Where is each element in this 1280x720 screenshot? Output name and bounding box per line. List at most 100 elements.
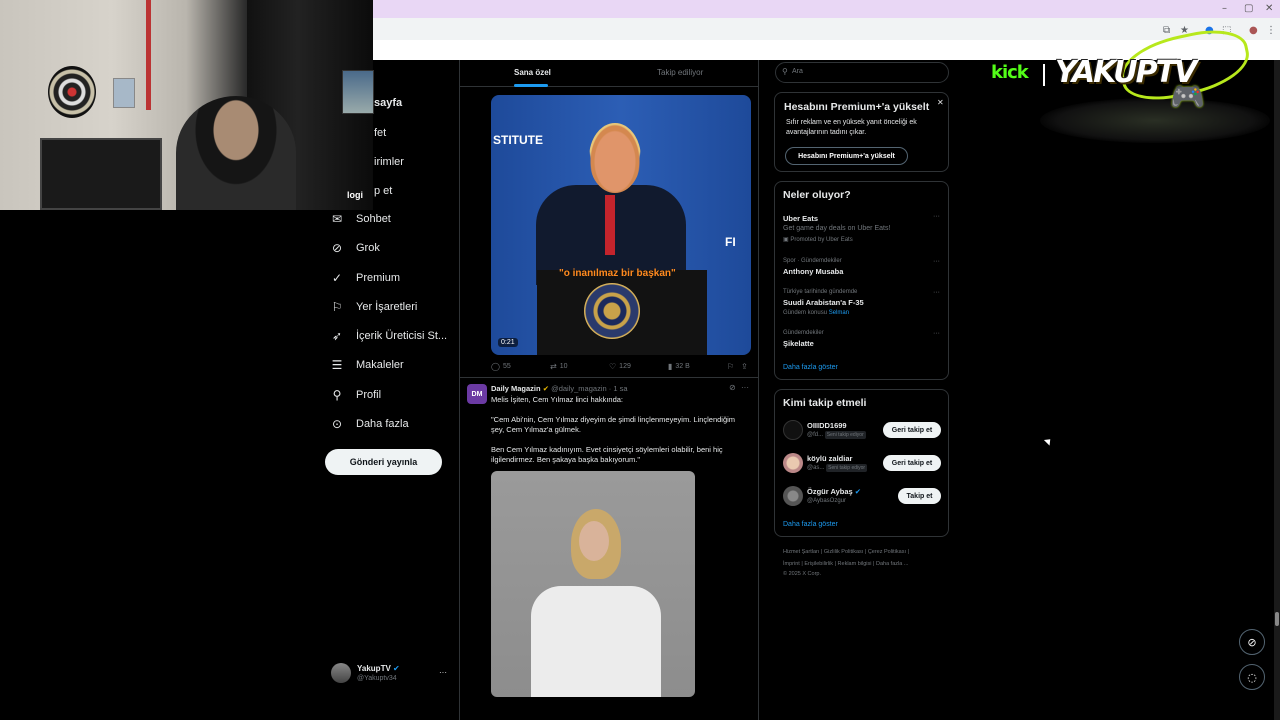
trend-more-icon[interactable]: ··· [933,289,940,296]
avatar[interactable]: DM [467,384,487,404]
footer-link[interactable]: Gizlilik Politikası [824,549,863,555]
scrollbar-thumb[interactable] [1275,612,1279,626]
tweet-more-icon[interactable]: ··· [741,383,749,392]
footer-link[interactable]: Erişilebilirlik [804,561,833,567]
views-button[interactable]: ▮ 32 B [668,362,690,371]
more-circle-icon: ⊙ [331,417,343,431]
minimize-button[interactable]: – [1222,3,1227,14]
video-player[interactable]: STITUTE FI "o inanılmaz bir başkan" 0:21 [491,95,751,355]
nav-explore-partial[interactable]: fet [374,127,386,139]
wall-poster [113,78,135,108]
nav-item-articles[interactable]: ☰ Makaleler [330,353,404,377]
search-icon: ⚲ [782,67,788,76]
trend-name[interactable]: Şikelatte [783,339,814,348]
repost-button[interactable]: ⇄ 10 [550,362,568,371]
browser-address-bar[interactable] [373,18,1280,40]
tweet-text: ilgilendirmez. Ben şakaya başka bakıyoru… [491,455,640,464]
follow-button[interactable]: Takip et [898,488,941,504]
nav-item-more[interactable]: ⊙ Daha fazla [330,412,409,436]
avatar[interactable] [783,420,803,440]
share-icon[interactable]: ⧉ [1163,25,1170,36]
verified-icon: ✔ [393,664,400,673]
menu-icon[interactable]: ⋮ [1266,25,1276,36]
footer-link[interactable]: Daha fazla ... [876,561,908,567]
timeline-tabs [459,60,759,87]
footer-link[interactable]: Hizmet Şartları [783,549,819,555]
search-placeholder: Ara [792,68,803,75]
suggested-user-name-text: Özgür Aybaş [807,487,853,496]
premium-icon: ✓ [331,271,343,285]
footer-link[interactable]: İmprint [783,561,800,567]
nav-notifications-partial[interactable]: irimler [374,156,404,168]
tweet-text: Ben Cem Yılmaz kadınıyım. Evet cinsiyetç… [491,445,723,454]
account-name[interactable]: YakupTV ✔ [357,664,400,673]
trends-card: Neler oluyor? Uber Eats ··· Get game day… [774,181,949,380]
profile-icon[interactable]: ● [1249,25,1258,36]
trend-meta: ▣ Promoted by Uber Eats [783,237,853,243]
gamepad-icon: 🎮 [1170,80,1205,113]
follow-back-button[interactable]: Geri takip et [883,455,941,471]
account-menu-icon[interactable]: ··· [439,668,447,677]
tab-following[interactable]: Takip ediliyor [657,68,703,77]
trend-name[interactable]: Uber Eats [783,214,818,223]
tweet-author[interactable]: Daily Magazin [491,384,541,393]
trend-more-icon[interactable]: ··· [933,258,940,265]
trend-more-icon[interactable]: ··· [933,330,940,337]
video-caption: "o inanılmaz bir başkan" [559,268,676,279]
avatar[interactable] [783,453,803,473]
trend-meta: Gündem konusu Selman [783,310,849,316]
presidential-seal [584,283,640,339]
bookmark-button[interactable]: ⚐ [727,362,734,371]
trend-more-icon[interactable]: ··· [933,213,940,220]
trend-name[interactable]: Suudi Arabistan'a F-35 [783,298,864,307]
premium-body: avantajlarının tadını çıkar. [786,129,867,136]
avatar[interactable] [783,486,803,506]
heart-icon: ♡ [609,362,617,371]
follow-back-button[interactable]: Geri takip et [883,422,941,438]
suggested-user-meta: @fd... Seni takip ediyor [807,431,866,439]
like-button[interactable]: ♡ 129 [609,362,631,371]
search-input[interactable]: ⚲ Ara [775,62,949,83]
trend-context: Türkiye tarihinde gündemde [783,289,858,295]
share-button[interactable]: ⇪ [741,362,748,371]
nav-item-profile[interactable]: ⚲ Profil [330,383,381,407]
follows-you-badge: Seni takip ediyor [824,431,866,439]
messages-fab[interactable]: ◌ [1239,664,1265,690]
nav-item-label: Yer İşaretleri [356,301,418,313]
dartboard [48,66,96,118]
webcam-monitor [40,138,162,210]
trend-name[interactable]: Anthony Musaba [783,267,843,276]
nav-item-bookmarks[interactable]: ⚐ Yer İşaretleri [330,295,418,319]
close-icon[interactable]: ✕ [937,98,944,107]
webcam-logo-text: logi [347,190,363,200]
grok-fab[interactable]: ⊘ [1239,629,1265,655]
trends-show-more-link[interactable]: Daha fazla göster [783,364,838,371]
tab-for-you[interactable]: Sana özel [514,68,551,77]
rocket-icon: ➶ [331,329,343,343]
nav-home-partial[interactable]: sayfa [374,97,402,109]
who-to-follow-show-more-link[interactable]: Daha fazla göster [783,521,838,528]
nav-follow-partial[interactable]: p et [374,185,392,197]
footer-link[interactable]: Reklam bilgisi [838,561,872,567]
post-button[interactable]: Gönderi yayınla [325,449,442,475]
suggested-user-name[interactable]: köylü zaldiar [807,454,852,463]
maximize-button[interactable]: ▢ [1244,3,1253,14]
suggested-user-meta: @as... Seni takip ediyor [807,464,868,472]
nav-item-premium[interactable]: ✓ Premium [330,266,400,290]
footer-link[interactable]: Çerez Politikası [868,549,906,555]
grok-icon[interactable]: ⊘ [729,383,736,392]
suggested-user-name[interactable]: OIIIDD1699 [807,421,847,430]
suggested-user-handle: @fd... [807,432,824,438]
reply-icon: ◯ [491,362,500,371]
avatar[interactable] [331,663,351,683]
nav-item-chat[interactable]: ✉ Sohbet [330,207,391,231]
reply-button[interactable]: ◯ 55 [491,362,511,371]
trend-meta-link[interactable]: Selman [829,310,849,316]
nav-item-creator-studio[interactable]: ➶ İçerik Üreticisi St... [330,324,447,348]
close-window-button[interactable]: ✕ [1265,3,1273,14]
suggested-user-name[interactable]: Özgür Aybaş ✔ [807,487,861,496]
account-handle: @Yakuptv34 [357,675,397,682]
premium-upgrade-button[interactable]: Hesabını Premium+'a yükselt [785,147,908,165]
tweet-photo[interactable] [491,471,695,697]
nav-item-grok[interactable]: ⊘ Grok [330,236,380,260]
